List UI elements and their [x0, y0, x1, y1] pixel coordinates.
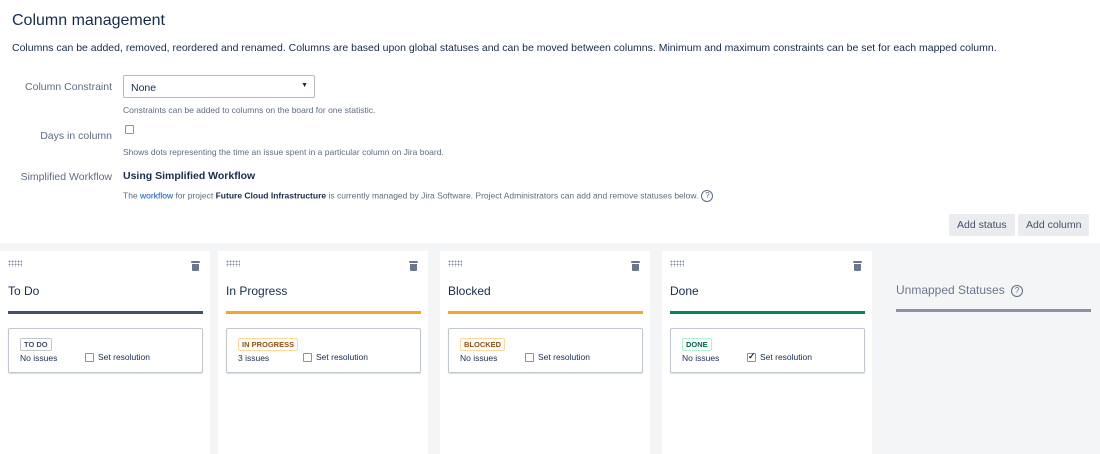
- simplified-workflow-label: Simplified Workflow: [20, 171, 112, 183]
- trash-icon[interactable]: [853, 261, 862, 271]
- status-lozenge: IN PROGRESS: [238, 338, 299, 351]
- board-column[interactable]: In Progress IN PROGRESS 3 issues Set res…: [218, 251, 428, 454]
- issue-count: No issues: [20, 353, 58, 363]
- status-card[interactable]: BLOCKED No issues Set resolution: [448, 328, 643, 373]
- days-in-column-label: Days in column: [40, 130, 112, 142]
- column-status-bar: [226, 311, 421, 314]
- set-resolution[interactable]: Set resolution: [85, 352, 150, 363]
- drag-handle-icon[interactable]: [670, 260, 684, 267]
- column-status-bar: [670, 311, 865, 314]
- status-card[interactable]: DONE No issues Set resolution: [670, 328, 865, 373]
- project-name: Future Cloud Infrastructure: [215, 190, 327, 201]
- set-resolution[interactable]: Set resolution: [303, 352, 368, 363]
- dropdown-arrow-icon: ▼: [301, 82, 308, 89]
- note-text: is currently managed by Jira Software. P…: [326, 190, 699, 201]
- unmapped-statuses-label: Unmapped Statuses: [896, 283, 1005, 297]
- trash-icon[interactable]: [191, 261, 200, 271]
- column-constraint-select[interactable]: None ▼: [123, 75, 315, 98]
- column-name[interactable]: Done: [670, 284, 699, 298]
- status-card[interactable]: IN PROGRESS 3 issues Set resolution: [226, 328, 421, 373]
- column-name[interactable]: Blocked: [448, 284, 491, 298]
- column-status-bar: [448, 311, 643, 314]
- set-resolution-label: Set resolution: [316, 352, 368, 362]
- column-constraint-value: None: [131, 82, 157, 94]
- trash-icon[interactable]: [631, 261, 640, 271]
- note-text: The: [123, 190, 141, 201]
- set-resolution-label: Set resolution: [538, 352, 590, 362]
- drag-handle-icon[interactable]: [226, 260, 240, 267]
- set-resolution-checkbox[interactable]: [525, 353, 534, 363]
- column-status-bar: [8, 311, 203, 314]
- board-column[interactable]: Blocked BLOCKED No issues Set resolution: [440, 251, 650, 454]
- issue-count: No issues: [460, 353, 498, 363]
- issue-count: No issues: [682, 353, 720, 363]
- set-resolution-checkbox[interactable]: [303, 353, 312, 363]
- column-constraint-help: Constraints can be added to columns on t…: [123, 105, 376, 115]
- set-resolution-label: Set resolution: [760, 352, 812, 362]
- trash-icon[interactable]: [409, 261, 418, 271]
- status-lozenge: TO DO: [20, 338, 52, 351]
- page-description: Columns can be added, removed, reordered…: [12, 42, 997, 54]
- column-name[interactable]: To Do: [8, 284, 39, 298]
- add-status-button[interactable]: Add status: [949, 214, 1015, 236]
- board-column[interactable]: Done DONE No issues Set resolution: [662, 251, 872, 454]
- issue-count: 3 issues: [238, 353, 270, 363]
- simplified-workflow-title: Using Simplified Workflow: [123, 170, 256, 182]
- set-resolution[interactable]: Set resolution: [747, 351, 812, 363]
- status-lozenge: BLOCKED: [460, 338, 506, 351]
- unmapped-statuses-title: Unmapped Statuses ?: [896, 283, 1024, 297]
- note-text: for project: [173, 190, 216, 201]
- column-name[interactable]: In Progress: [226, 284, 287, 298]
- drag-handle-icon[interactable]: [448, 260, 462, 267]
- set-resolution-checkbox[interactable]: [85, 353, 94, 363]
- drag-handle-icon[interactable]: [8, 260, 22, 267]
- simplified-workflow-note: The workflow for project Future Cloud In…: [123, 190, 714, 202]
- set-resolution[interactable]: Set resolution: [525, 352, 590, 363]
- page-title: Column management: [12, 12, 165, 29]
- column-constraint-label: Column Constraint: [25, 81, 112, 93]
- board-column[interactable]: To Do TO DO No issues Set resolution: [0, 251, 210, 454]
- add-column-button[interactable]: Add column: [1018, 214, 1090, 236]
- set-resolution-label: Set resolution: [98, 352, 150, 362]
- set-resolution-checkbox[interactable]: [747, 351, 756, 363]
- workflow-link[interactable]: workflow: [140, 190, 173, 200]
- status-lozenge: DONE: [682, 338, 712, 351]
- question-circle-icon[interactable]: ?: [1011, 284, 1024, 297]
- days-in-column-help: Shows dots representing the time an issu…: [123, 147, 444, 157]
- question-circle-icon[interactable]: ?: [701, 190, 714, 202]
- unmapped-statuses-bar: [896, 309, 1091, 312]
- status-card[interactable]: TO DO No issues Set resolution: [8, 328, 203, 373]
- days-in-column-checkbox[interactable]: [125, 124, 134, 134]
